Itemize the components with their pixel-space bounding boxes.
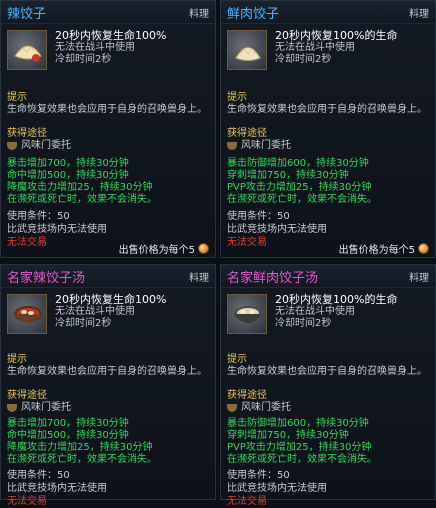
buff-line: 在濒死或死亡时，效果不会消失。 [227,194,377,205]
bowl-icon [7,294,47,334]
item-card-spicy-dumpling-soup: 名家辣饺子汤 料理 20秒内恢复生命100% 无法在战斗中使用 冷却时间2秒 提… [0,264,216,507]
buff-line: PVP攻击力增加25，持续30分钟 [227,442,372,453]
sell-price-text: 出售价格为每个5 [118,245,195,256]
item-summary: 20秒内恢复100%的生命 无法在战斗中使用 冷却时间2秒 [221,24,435,76]
cooldown-text: 冷却时间2秒 [55,54,112,65]
buff-line: 降魔攻击力增加25，持续30分钟 [7,182,153,193]
item-tooltip-grid: 辣饺子 料理 20秒内恢复生命100% 无法在战斗中使用 冷却时间2秒 提示 生… [0,0,436,507]
bowl-icon [227,403,237,412]
source-text: 风味门委托 [21,140,71,151]
source-label: 获得途径 [7,128,47,139]
bowl-icon [7,141,17,150]
trade-restriction: 无法交易 [227,496,267,507]
use-condition: 使用条件：50 [7,211,70,222]
item-category: 料理 [409,8,429,20]
item-title: 名家鲜肉饺子汤 [227,270,319,286]
card-header: 鲜肉饺子 料理 [221,1,435,24]
item-description: 20秒内恢复100%的生命 无法在战斗中使用 冷却时间2秒 [275,30,397,76]
arena-restriction: 比武竞技场内无法使用 [7,224,107,235]
item-summary: 20秒内恢复生命100% 无法在战斗中使用 冷却时间2秒 [1,288,215,340]
buff-line: 在濒死或死亡时，效果不会消失。 [7,194,157,205]
item-description: 20秒内恢复100%的生命 无法在战斗中使用 冷却时间2秒 [275,294,397,340]
hint-label: 提示 [227,354,247,365]
sell-price: 出售价格为每个5 [119,241,209,256]
buff-line: 命中增加500，持续30分钟 [7,430,129,441]
item-card-meat-dumpling: 鲜肉饺子 料理 20秒内恢复100%的生命 无法在战斗中使用 冷却时间2秒 提示… [220,0,436,258]
buff-line: 在濒死或死亡时，效果不会消失。 [227,454,377,465]
item-category: 料理 [409,272,429,284]
arena-restriction: 比武竞技场内无法使用 [7,483,107,494]
buff-line: 暴击增加700，持续30分钟 [7,158,129,169]
source-row: 风味门委托 [7,139,209,152]
buff-line: 暴击防御增加600，持续30分钟 [227,418,369,429]
use-condition: 使用条件：50 [227,211,290,222]
item-description: 20秒内恢复生命100% 无法在战斗中使用 冷却时间2秒 [55,30,166,76]
source-text: 风味门委托 [21,402,71,413]
trade-restriction: 无法交易 [7,496,47,507]
card-header: 辣饺子 料理 [1,1,215,24]
card-header: 名家鲜肉饺子汤 料理 [221,265,435,288]
buff-line: 穿刺增加750，持续30分钟 [227,430,349,441]
item-title: 鲜肉饺子 [227,6,280,22]
card-header: 名家辣饺子汤 料理 [1,265,215,288]
hint-text: 生命恢复效果也会应用于自身的召唤兽身上。 [227,366,427,377]
bowl-icon [227,294,267,334]
arena-restriction: 比武竞技场内无法使用 [227,483,327,494]
item-title: 名家辣饺子汤 [7,270,86,286]
buff-line: PVP攻击力增加25，持续30分钟 [227,182,372,193]
source-row: 风味门委托 [227,139,429,152]
effect-text: 20秒内恢复100%的生命 [275,293,398,306]
no-combat-text: 无法在战斗中使用 [55,42,135,53]
no-combat-text: 无法在战斗中使用 [275,42,355,53]
effect-text: 20秒内恢复生命100% [55,29,167,42]
no-combat-text: 无法在战斗中使用 [55,306,135,317]
use-condition: 使用条件：50 [227,470,290,481]
source-row: 风味门委托 [227,401,429,414]
bowl-icon [7,403,17,412]
source-label: 获得途径 [227,128,267,139]
buff-line: 命中增加500，持续30分钟 [7,170,129,181]
cooldown-text: 冷却时间2秒 [55,318,112,329]
source-label: 获得途径 [7,390,47,401]
sell-price-text: 出售价格为每个5 [338,245,415,256]
effect-text: 20秒内恢复100%的生命 [275,29,398,42]
item-description: 20秒内恢复生命100% 无法在战斗中使用 冷却时间2秒 [55,294,166,340]
buff-line: 暴击增加700，持续30分钟 [7,418,129,429]
hint-text: 生命恢复效果也会应用于自身的召唤兽身上。 [7,366,207,377]
coin-icon [418,243,429,254]
dumpling-icon [227,30,267,70]
buff-line: 降魔攻击力增加25，持续30分钟 [7,442,153,453]
hint-label: 提示 [7,92,27,103]
hint-label: 提示 [227,92,247,103]
coin-icon [198,243,209,254]
effect-text: 20秒内恢复生命100% [55,293,167,306]
item-card-spicy-dumpling: 辣饺子 料理 20秒内恢复生命100% 无法在战斗中使用 冷却时间2秒 提示 生… [0,0,216,258]
sell-price: 出售价格为每个5 [339,241,429,256]
hint-text: 生命恢复效果也会应用于自身的召唤兽身上。 [7,104,207,115]
buff-line: 穿刺增加750，持续30分钟 [227,170,349,181]
hint-label: 提示 [7,354,27,365]
item-category: 料理 [189,272,209,284]
item-category: 料理 [189,8,209,20]
item-summary: 20秒内恢复100%的生命 无法在战斗中使用 冷却时间2秒 [221,288,435,340]
bowl-icon [227,141,237,150]
cooldown-text: 冷却时间2秒 [275,318,332,329]
source-text: 风味门委托 [241,140,291,151]
buff-line: 在濒死或死亡时，效果不会消失。 [7,454,157,465]
dumpling-icon [7,30,47,70]
item-summary: 20秒内恢复生命100% 无法在战斗中使用 冷却时间2秒 [1,24,215,76]
source-label: 获得途径 [227,390,267,401]
cooldown-text: 冷却时间2秒 [275,54,332,65]
item-title: 辣饺子 [7,6,47,22]
arena-restriction: 比武竞技场内无法使用 [227,224,327,235]
use-condition: 使用条件：50 [7,470,70,481]
hint-text: 生命恢复效果也会应用于自身的召唤兽身上。 [227,104,427,115]
source-text: 风味门委托 [241,402,291,413]
no-combat-text: 无法在战斗中使用 [275,306,355,317]
source-row: 风味门委托 [7,401,209,414]
buff-line: 暴击防御增加600，持续30分钟 [227,158,369,169]
item-card-meat-dumpling-soup: 名家鲜肉饺子汤 料理 20秒内恢复100%的生命 无法在战斗中使用 冷却时间2秒… [220,264,436,507]
